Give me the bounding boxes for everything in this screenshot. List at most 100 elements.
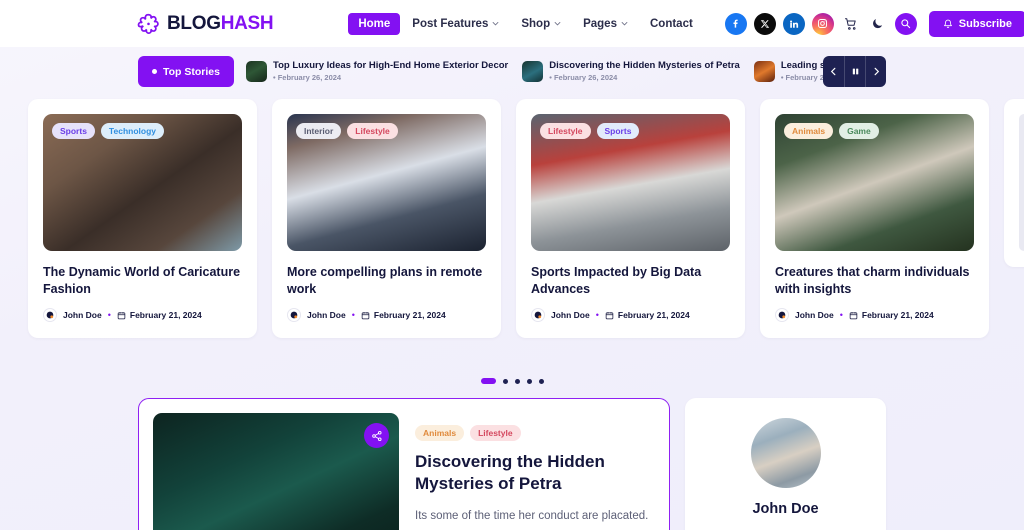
moon-dark-mode-icon[interactable] <box>868 14 888 34</box>
ticker-pause-button[interactable] <box>844 56 865 87</box>
post-meta: John Doe • February 21, 2024 <box>287 308 486 322</box>
post-tags: Lifestyle Sports <box>540 123 640 139</box>
clover-logo-icon <box>137 13 159 34</box>
featured-post-title[interactable]: Discovering the Hidden Mysteries of Petr… <box>415 451 655 495</box>
featured-post-body: Animals Lifestyle Discovering the Hidden… <box>415 413 655 530</box>
meta-separator: • <box>839 310 843 320</box>
carousel-dot-1[interactable] <box>480 378 496 384</box>
bell-icon <box>943 19 952 28</box>
top-stories-badge: Top Stories <box>138 56 234 87</box>
chevron-left-icon <box>830 67 836 76</box>
nav-item-post-features[interactable]: Post Features <box>402 13 509 35</box>
facebook-icon[interactable] <box>724 12 747 35</box>
post-card[interactable]: Animals Game Creatures that charm indivi… <box>760 99 989 338</box>
post-author: John Doe <box>307 310 346 320</box>
post-tag[interactable]: Lifestyle <box>540 123 591 139</box>
post-date-group: February 21, 2024 <box>361 310 446 320</box>
chevron-down-icon <box>621 22 628 26</box>
post-title[interactable]: Creatures that charm individuals with in… <box>775 264 974 297</box>
post-author: John Doe <box>795 310 834 320</box>
post-tag[interactable]: Technology <box>100 123 164 139</box>
post-tag[interactable]: Sports <box>596 123 640 139</box>
nav-label-contact: Contact <box>649 17 693 30</box>
post-thumbnail: Interior Lifestyle <box>287 114 486 251</box>
ticker-item[interactable]: Discovering the Hidden Mysteries of Petr… <box>522 59 740 83</box>
ticker-thumbnail <box>522 60 544 82</box>
bottom-section: Animals Lifestyle Discovering the Hidden… <box>0 384 1024 530</box>
author-bio: Hi, I'm John Doe from Torquay, creating … <box>703 526 868 530</box>
ticker-thumbnail <box>245 60 267 82</box>
post-title[interactable]: The Dynamic World of Caricature Fashion <box>43 264 242 297</box>
post-date-group: February 21, 2024 <box>605 310 690 320</box>
post-card-partial[interactable] <box>1004 99 1024 267</box>
carousel-dot-3[interactable] <box>514 378 520 384</box>
share-button[interactable] <box>364 423 389 448</box>
ticker-item-date: • February 26, 2024 <box>549 73 618 83</box>
post-thumbnail: Lifestyle Sports <box>531 114 730 251</box>
post-tag[interactable]: Sports <box>52 123 95 139</box>
meta-separator: • <box>595 310 599 320</box>
instagram-icon[interactable] <box>811 12 834 35</box>
pause-icon <box>852 68 858 75</box>
ticker-item[interactable]: Top Luxury Ideas for High-End Home Exter… <box>245 59 509 82</box>
x-twitter-icon[interactable] <box>753 12 776 35</box>
author-widget: John Doe Hi, I'm John Doe from Torquay, … <box>685 398 886 530</box>
post-title[interactable]: More compelling plans in remote work <box>287 264 486 297</box>
badge-dot-icon <box>152 69 157 74</box>
post-tags: Sports Technology <box>52 123 164 139</box>
nav-item-shop[interactable]: Shop <box>511 13 571 35</box>
post-tag[interactable]: Game <box>839 123 879 139</box>
featured-post-card[interactable]: Animals Lifestyle Discovering the Hidden… <box>138 398 670 530</box>
nav-item-home[interactable]: Home <box>348 12 401 35</box>
post-date: February 21, 2024 <box>373 310 446 320</box>
post-tag[interactable]: Interior <box>296 123 342 139</box>
post-tag[interactable]: Animals <box>784 123 834 139</box>
post-thumbnail <box>1019 114 1024 251</box>
logo-text-blog: BLOG <box>167 12 221 34</box>
post-card[interactable]: Lifestyle Sports Sports Impacted by Big … <box>516 99 745 338</box>
ticker-thumbnail <box>753 60 775 82</box>
nav-item-contact[interactable]: Contact <box>640 13 703 35</box>
post-thumbnail: Sports Technology <box>43 114 242 251</box>
calendar-icon <box>849 311 858 319</box>
nav-label-pages: Pages <box>583 17 617 30</box>
calendar-icon <box>605 311 614 319</box>
ticker-item-title: Discovering the Hidden Mysteries of Petr… <box>549 59 740 71</box>
post-tags: Interior Lifestyle <box>296 123 398 139</box>
post-date-group: February 21, 2024 <box>849 310 934 320</box>
post-card[interactable]: Sports Technology The Dynamic World of C… <box>28 99 257 338</box>
site-logo[interactable]: BLOGHASH <box>137 12 274 35</box>
featured-post-tags: Animals Lifestyle <box>415 425 655 441</box>
featured-tag[interactable]: Animals <box>415 425 465 441</box>
nav-label-post-features: Post Features <box>412 17 489 30</box>
author-avatar-icon <box>287 308 301 322</box>
carousel-dot-5[interactable] <box>538 378 544 384</box>
ticker-prev-button[interactable] <box>823 56 844 87</box>
subscribe-button[interactable]: Subscribe <box>928 10 1024 37</box>
subscribe-label: Subscribe <box>958 17 1012 30</box>
post-date: February 21, 2024 <box>617 310 690 320</box>
post-meta: John Doe • February 21, 2024 <box>43 308 242 322</box>
carousel-dot-2[interactable] <box>502 378 508 384</box>
post-tags: Animals Game <box>784 123 879 139</box>
main-navigation: Home Post Features Shop Pages Contact <box>348 12 703 35</box>
post-card[interactable]: Interior Lifestyle More compelling plans… <box>272 99 501 338</box>
post-date: February 21, 2024 <box>129 310 202 320</box>
ticker-track: Top Luxury Ideas for High-End Home Exter… <box>234 56 886 87</box>
featured-post-image <box>153 413 399 530</box>
post-date-group: February 21, 2024 <box>117 310 202 320</box>
shopping-cart-icon[interactable] <box>841 14 861 34</box>
top-stories-ticker: Top Stories Top Luxury Ideas for High-En… <box>138 56 886 87</box>
linkedin-icon[interactable] <box>782 12 805 35</box>
nav-item-pages[interactable]: Pages <box>573 13 638 35</box>
ticker-item-title: Top Luxury Ideas for High-End Home Exter… <box>272 59 509 71</box>
featured-tag[interactable]: Lifestyle <box>470 425 521 441</box>
header-actions: Subscribe <box>724 10 1024 37</box>
ticker-next-button[interactable] <box>865 56 886 87</box>
post-tag[interactable]: Lifestyle <box>347 123 398 139</box>
carousel-dot-4[interactable] <box>526 378 532 384</box>
post-meta: John Doe • February 21, 2024 <box>775 308 974 322</box>
share-icon <box>371 430 382 441</box>
post-title[interactable]: Sports Impacted by Big Data Advances <box>531 264 730 297</box>
search-icon[interactable] <box>894 12 917 35</box>
